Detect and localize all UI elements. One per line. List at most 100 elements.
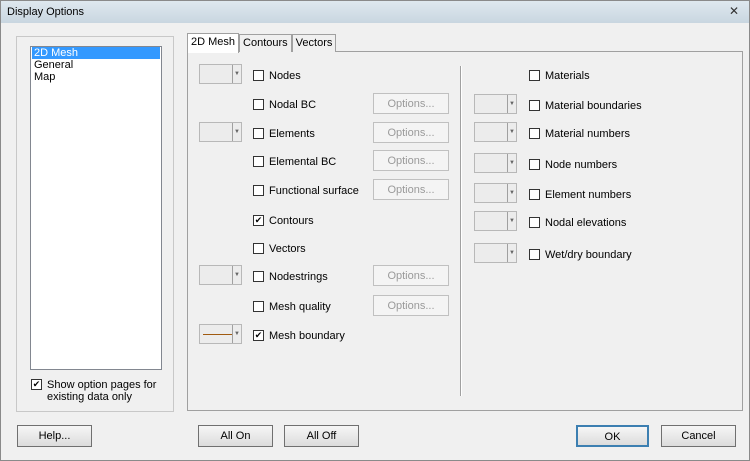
checkbox-label: Mesh quality	[269, 301, 331, 313]
checkbox-label: Element numbers	[545, 189, 632, 201]
nodal-elevations-checkbox[interactable]: Nodal elevations	[529, 217, 626, 229]
chevron-down-icon: ▼	[507, 184, 516, 202]
elements-checkbox[interactable]: Elements	[253, 128, 315, 140]
checkbox-label: Node numbers	[545, 159, 618, 171]
all-off-button[interactable]: All Off	[284, 425, 359, 447]
chevron-down-icon: ▼	[507, 95, 516, 113]
checkbox-label: Contours	[269, 215, 314, 227]
nodestrings-options-button[interactable]: Options...	[373, 265, 449, 286]
checkbox-icon	[253, 185, 264, 196]
checkbox-label: existing data only	[47, 391, 132, 403]
mesh-quality-checkbox[interactable]: Mesh quality	[253, 301, 331, 313]
materials-checkbox[interactable]: Materials	[529, 70, 590, 82]
tab-contours[interactable]: Contours	[239, 34, 292, 52]
chevron-down-icon: ▼	[507, 123, 516, 141]
elemental-bc-options-button[interactable]: Options...	[373, 150, 449, 171]
chevron-down-icon: ▼	[507, 212, 516, 230]
checkbox-label: Nodal BC	[269, 99, 317, 111]
checkbox-label: Materials	[545, 70, 590, 82]
display-options-dialog: Display Options ✕ 2D Mesh General Map ✔ …	[0, 0, 750, 461]
checkbox-icon: ✔	[253, 215, 264, 226]
node-numbers-checkbox[interactable]: Node numbers	[529, 159, 617, 171]
checkbox-icon	[253, 301, 264, 312]
wet-dry-boundary-style-picker[interactable]: ▼	[474, 243, 517, 263]
contours-checkbox[interactable]: ✔ Contours	[253, 215, 314, 227]
checkbox-icon	[253, 128, 264, 139]
material-numbers-checkbox[interactable]: Material numbers	[529, 128, 630, 140]
tab-bar: 2D Mesh Contours Vectors	[187, 33, 337, 53]
chevron-down-icon: ▼	[232, 325, 241, 343]
checkbox-label: Nodestrings	[269, 271, 328, 283]
line-style-swatch	[203, 334, 232, 335]
all-on-button[interactable]: All On	[198, 425, 273, 447]
checkbox-icon	[253, 156, 264, 167]
help-button[interactable]: Help...	[17, 425, 92, 447]
checkbox-icon	[529, 217, 540, 228]
close-icon[interactable]: ✕	[725, 4, 743, 19]
nodal-elevations-style-picker[interactable]: ▼	[474, 211, 517, 231]
chevron-down-icon: ▼	[507, 244, 516, 262]
checkbox-icon	[529, 249, 540, 260]
ok-button[interactable]: OK	[576, 425, 649, 447]
nodes-style-picker[interactable]: ▼	[199, 64, 242, 84]
checkbox-label: Material boundaries	[545, 100, 642, 112]
mesh-boundary-checkbox[interactable]: ✔ Mesh boundary	[253, 330, 345, 342]
nodestrings-style-picker[interactable]: ▼	[199, 265, 242, 285]
checkbox-icon	[529, 189, 540, 200]
chevron-down-icon: ▼	[507, 154, 516, 172]
checkbox-label: Show option pages for	[47, 379, 157, 391]
pages-list[interactable]: 2D Mesh General Map	[30, 46, 162, 370]
checkbox-icon: ✔	[31, 379, 42, 390]
element-numbers-style-picker[interactable]: ▼	[474, 183, 517, 203]
wet-dry-boundary-checkbox[interactable]: Wet/dry boundary	[529, 249, 632, 261]
nodal-bc-options-button[interactable]: Options...	[373, 93, 449, 114]
element-numbers-checkbox[interactable]: Element numbers	[529, 189, 631, 201]
checkbox-icon: ✔	[253, 330, 264, 341]
divider	[460, 66, 462, 396]
functional-surface-options-button[interactable]: Options...	[373, 179, 449, 200]
show-option-pages-checkbox[interactable]: ✔ Show option pages for existing data onl…	[31, 379, 156, 403]
checkbox-icon	[529, 128, 540, 139]
list-item-map[interactable]: Map	[32, 71, 160, 83]
checkbox-icon	[529, 70, 540, 81]
functional-surface-checkbox[interactable]: Functional surface	[253, 185, 359, 197]
material-boundaries-style-picker[interactable]: ▼	[474, 94, 517, 114]
checkbox-label: Wet/dry boundary	[545, 249, 632, 261]
checkbox-icon	[253, 99, 264, 110]
chevron-down-icon: ▼	[232, 266, 241, 284]
list-item-2d-mesh[interactable]: 2D Mesh	[32, 47, 160, 59]
nodes-checkbox[interactable]: Nodes	[253, 70, 301, 82]
checkbox-icon	[529, 100, 540, 111]
tab-vectors[interactable]: Vectors	[291, 34, 337, 52]
list-item-general[interactable]: General	[32, 59, 160, 71]
checkbox-label: Nodes	[269, 70, 301, 82]
checkbox-icon	[529, 159, 540, 170]
elements-style-picker[interactable]: ▼	[199, 122, 242, 142]
checkbox-label: Vectors	[269, 243, 306, 255]
window-title: Display Options	[7, 6, 85, 18]
checkbox-icon	[253, 271, 264, 282]
chevron-down-icon: ▼	[232, 65, 241, 83]
checkbox-label: Functional surface	[269, 185, 359, 197]
chevron-down-icon: ▼	[232, 123, 241, 141]
node-numbers-style-picker[interactable]: ▼	[474, 153, 517, 173]
tab-2d-mesh[interactable]: 2D Mesh	[187, 33, 240, 53]
material-numbers-style-picker[interactable]: ▼	[474, 122, 517, 142]
checkbox-label: Material numbers	[545, 128, 630, 140]
mesh-boundary-style-picker[interactable]: ▼	[199, 324, 242, 344]
mesh-quality-options-button[interactable]: Options...	[373, 295, 449, 316]
checkbox-label: Mesh boundary	[269, 330, 345, 342]
checkbox-icon	[253, 243, 264, 254]
nodal-bc-checkbox[interactable]: Nodal BC	[253, 99, 316, 111]
checkbox-icon	[253, 70, 264, 81]
elemental-bc-checkbox[interactable]: Elemental BC	[253, 156, 336, 168]
nodestrings-checkbox[interactable]: Nodestrings	[253, 271, 328, 283]
elements-options-button[interactable]: Options...	[373, 122, 449, 143]
material-boundaries-checkbox[interactable]: Material boundaries	[529, 100, 642, 112]
vectors-checkbox[interactable]: Vectors	[253, 243, 306, 255]
cancel-button[interactable]: Cancel	[661, 425, 736, 447]
checkbox-label: Elements	[269, 128, 315, 140]
checkbox-label: Elemental BC	[269, 156, 337, 168]
title-bar: Display Options ✕	[1, 1, 749, 23]
checkbox-label: Nodal elevations	[545, 217, 627, 229]
